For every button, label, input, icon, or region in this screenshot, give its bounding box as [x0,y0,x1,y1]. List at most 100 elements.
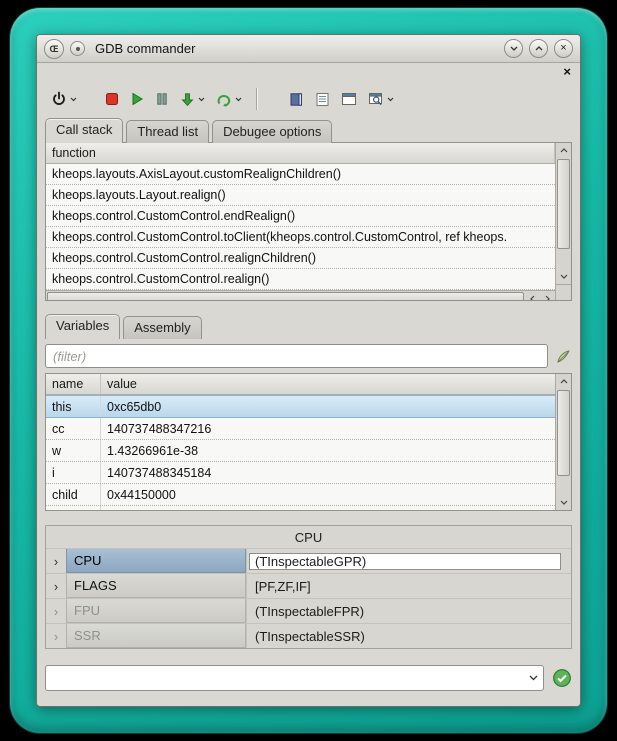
close-button[interactable]: × [554,39,573,58]
scroll-up-icon[interactable] [556,143,571,158]
tab-variables[interactable]: Variables [45,314,120,339]
curved-arrow-icon [216,92,232,107]
window-search-icon [368,92,384,107]
variable-name: i [46,462,101,483]
variable-row[interactable]: cc 140737488347216 [46,418,555,440]
scroll-down-icon[interactable] [556,269,571,284]
call-stack-row[interactable]: kheops.control.CustomControl.toClient(kh… [46,227,555,248]
step-down-arrow-icon [180,92,195,107]
mid-tabs: Variables Assembly [37,315,580,338]
cpu-register-row[interactable]: › SSR (TInspectableSSR) [46,623,571,648]
tab-assembly[interactable]: Assembly [123,316,201,339]
expand-arrow-icon[interactable]: › [46,549,66,573]
vscroll-thumb[interactable] [557,390,570,476]
variable-value: 1.43266961e-38 [101,506,555,510]
command-combobox[interactable] [45,665,544,691]
dropdown-arrow-icon[interactable] [235,97,242,102]
window-menu-icon[interactable] [70,41,85,56]
maximize-button[interactable] [529,39,548,58]
filter-input[interactable] [45,344,548,368]
play-icon [130,92,144,106]
pause-icon [155,92,169,106]
variable-row[interactable]: w 1.43266961e-38 [46,440,555,462]
cpu-inspector: CPU › CPU (TInspectableGPR) › FLAGS [PF,… [45,525,572,649]
dropdown-arrow-icon[interactable] [387,97,394,102]
tab-debugee-options[interactable]: Debugee options [212,120,332,143]
expand-arrow-icon[interactable]: › [46,624,66,648]
variable-row[interactable]: this 0xc65db0 [46,395,555,418]
register-group-name[interactable]: SSR [66,624,246,648]
registers-button[interactable] [287,86,306,112]
cpu-register-row[interactable]: › CPU (TInspectableGPR) [46,548,571,573]
cpu-register-row[interactable]: › FPU (TInspectableFPR) [46,598,571,623]
scroll-right-icon[interactable] [540,291,555,300]
call-stack-row[interactable]: kheops.control.CustomControl.realignChil… [46,248,555,269]
variable-name: w [46,440,101,461]
pause-button[interactable] [153,86,171,112]
call-stack-row[interactable]: kheops.control.CustomControl.endRealign(… [46,206,555,227]
variables-vscrollbar[interactable] [555,374,571,510]
register-group-name[interactable]: FPU [66,599,246,623]
titlebar[interactable]: Œ GDB commander × [37,35,580,63]
command-input[interactable] [46,666,523,690]
expand-arrow-icon[interactable]: › [46,599,66,623]
gdb-commander-window: Œ GDB commander × [36,34,581,707]
scroll-left-icon[interactable] [525,291,540,300]
call-stack-row[interactable]: kheops.control.CustomControl.realign() [46,269,555,290]
run-button[interactable] [128,86,146,112]
send-command-button[interactable] [552,668,572,688]
call-stack-hscrollbar[interactable] [46,290,555,300]
dock-close-icon[interactable]: × [563,65,571,78]
call-stack-list: function kheops.layouts.AxisLayout.custo… [46,143,555,300]
name-column-header[interactable]: name [46,374,101,394]
call-stack-row[interactable]: kheops.layouts.AxisLayout.customRealignC… [46,164,555,185]
cpu-register-row[interactable]: › FLAGS [PF,ZF,IF] [46,573,571,598]
shade-button[interactable] [504,39,523,58]
continue-button[interactable] [214,86,244,112]
vscroll-thumb[interactable] [557,159,570,249]
variable-row[interactable]: b 1.43266961e-38 [46,506,555,510]
scroll-up-icon[interactable] [556,374,571,389]
list-document-icon [315,92,330,107]
power-button[interactable] [49,86,79,112]
variable-row[interactable]: i 140737488345184 [46,462,555,484]
dropdown-arrow-icon[interactable] [198,97,205,102]
variables-table: name value this 0xc65db0 cc 140737488347… [46,374,555,510]
tab-call-stack[interactable]: Call stack [45,118,123,143]
register-group-value: (TInspectableFPR) [246,599,571,623]
cpu-value-field[interactable]: (TInspectableGPR) [249,553,561,570]
inspect-button[interactable] [366,86,396,112]
book-icon [289,92,304,107]
tab-thread-list[interactable]: Thread list [126,120,209,143]
chevron-up-icon [535,46,543,51]
vscroll-track[interactable] [556,477,571,495]
variable-value: 140737488347216 [101,418,555,439]
value-column-header[interactable]: value [101,374,555,394]
call-stack-header: function [46,143,555,164]
variable-row[interactable]: child 0x44150000 [46,484,555,506]
memory-window-button[interactable] [339,86,359,112]
register-group-name[interactable]: FLAGS [66,574,246,598]
call-stack-row[interactable]: kheops.layouts.Layout.realign() [46,185,555,206]
stop-icon [105,92,119,106]
variable-name: b [46,506,101,510]
hscroll-thumb[interactable] [47,292,524,300]
dock-header: × [37,63,580,79]
step-into-button[interactable] [178,86,207,112]
clear-filter-icon[interactable] [555,348,572,365]
menu-dot-icon [76,47,80,51]
call-stack-vscrollbar[interactable] [555,143,571,300]
function-column-header[interactable]: function [46,143,555,163]
debug-toolbar [37,79,580,119]
variable-value: 0x44150000 [101,484,555,505]
app-icon: Œ [44,39,64,59]
dropdown-arrow-icon[interactable] [70,97,77,102]
expand-arrow-icon[interactable]: › [46,574,66,598]
combo-dropdown-icon[interactable] [523,666,543,690]
variables-panel: name value this 0xc65db0 cc 140737488347… [45,373,572,511]
output-list-button[interactable] [313,86,332,112]
scroll-down-icon[interactable] [556,495,571,510]
stop-button[interactable] [103,86,121,112]
vscroll-track[interactable] [556,250,571,269]
register-group-name[interactable]: CPU [66,549,246,573]
